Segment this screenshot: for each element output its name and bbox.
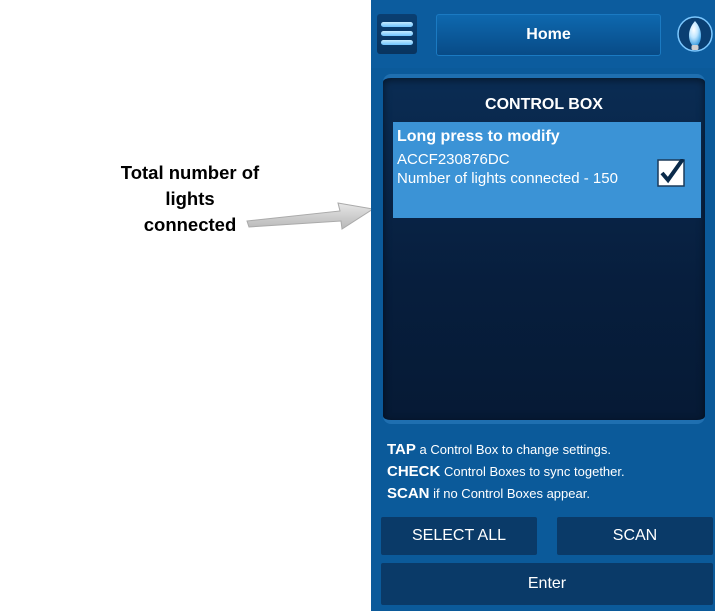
phone-screen: Home CONTROL BOX Long press to modify AC… (371, 0, 715, 611)
instruction-key: CHECK (387, 463, 441, 480)
callout-arrow-icon (246, 202, 375, 230)
home-button[interactable]: Home (436, 14, 661, 56)
lightbulb-icon[interactable] (677, 16, 713, 56)
control-box-list-item[interactable]: Long press to modify ACCF230876DC Number… (393, 122, 701, 218)
enter-button[interactable]: Enter (381, 563, 713, 605)
control-box-title: Long press to modify (397, 128, 560, 145)
panel-title: CONTROL BOX (485, 96, 603, 113)
control-box-id: ACCF230876DC (397, 151, 510, 168)
instruction-check: CHECK Control Boxes to sync together. (387, 461, 707, 483)
instruction-key: TAP (387, 441, 416, 458)
hamburger-bar-icon (381, 40, 413, 45)
instruction-text: Control Boxes to sync together. (440, 464, 625, 479)
hamburger-bar-icon (381, 31, 413, 36)
instruction-text: a Control Box to change settings. (415, 442, 612, 457)
instruction-tap: TAP a Control Box to change settings. (387, 439, 707, 461)
instruction-text: if no Control Boxes appear. (429, 486, 590, 501)
hamburger-bar-icon (381, 22, 413, 27)
checkbox-checked-icon[interactable] (657, 159, 685, 187)
scan-button[interactable]: SCAN (557, 517, 713, 555)
instructions: TAP a Control Box to change settings. CH… (387, 439, 707, 505)
instruction-scan: SCAN if no Control Boxes appear. (387, 483, 707, 505)
control-box-panel: CONTROL BOX Long press to modify ACCF230… (383, 74, 705, 424)
top-bar: Home (371, 0, 715, 68)
instruction-key: SCAN (387, 485, 430, 502)
menu-button[interactable] (377, 14, 417, 54)
select-all-button[interactable]: SELECT ALL (381, 517, 537, 555)
lights-connected-count: Number of lights connected - 150 (397, 170, 618, 187)
